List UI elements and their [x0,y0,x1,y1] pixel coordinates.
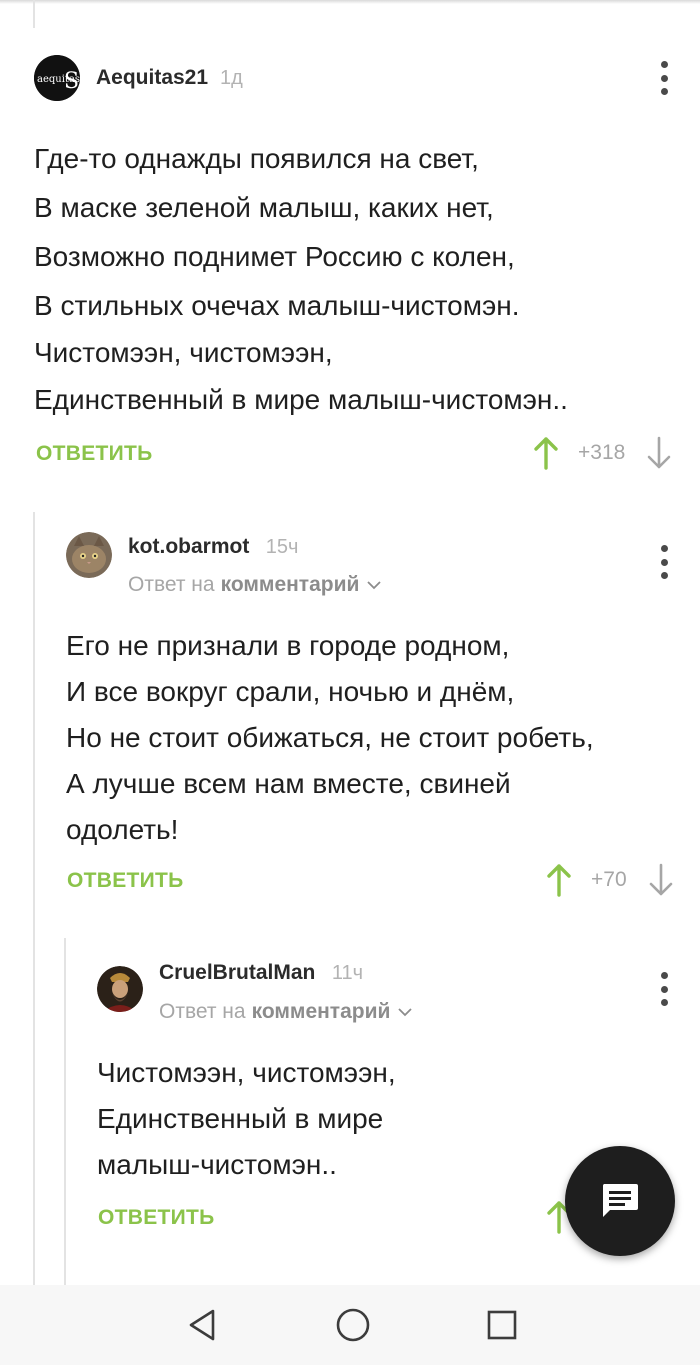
reply-button[interactable]: ОТВЕТИТЬ [36,442,153,466]
arrow-up-icon[interactable] [532,436,560,470]
cat-avatar-image [66,532,112,578]
kebab-menu-icon[interactable] [654,545,674,579]
avatar[interactable] [97,966,143,1012]
comment-body: Чистомээн, чистомээн, Единственный в мир… [97,1050,396,1188]
comment-header: kot.obarmot 15ч [66,532,298,578]
comment-time: 1д [220,66,243,89]
comment-time: 11ч [331,962,363,984]
comment-time: 15ч [265,536,299,558]
vote-score: +70 [591,868,627,891]
chevron-down-icon[interactable] [367,580,382,590]
arrow-down-icon[interactable] [645,436,673,470]
comment-fab-button[interactable] [565,1146,675,1256]
reply-to-target[interactable]: комментарий [252,1000,391,1024]
back-triangle-icon [189,1309,215,1341]
reply-button[interactable]: ОТВЕТИТЬ [98,1206,215,1230]
svg-text:S: S [64,69,79,94]
top-edge-shadow [0,0,700,4]
vote-score: +318 [578,441,626,464]
comment-header: aequitas S Aequitas21 1д [34,55,243,101]
thread-line [33,0,35,28]
comment-line: малыш-чистомэн.. [97,1149,337,1180]
comment-body: Где-то однажды появился на свет, В маске… [34,134,568,424]
comment-line: Его не признали в городе родном, [66,630,510,661]
comment-line: одолеть! [66,814,179,845]
comment-line: Но не стоит обижаться, не стоит робеть, [66,722,594,753]
thread-line[interactable] [33,512,35,1285]
avatar[interactable]: aequitas S [34,55,80,101]
kebab-menu-icon[interactable] [654,972,674,1006]
comment-line: А лучше всем нам вместе, свиней [66,768,511,799]
nav-home-button[interactable] [313,1285,393,1365]
avatar[interactable] [66,532,112,578]
comment-line: В стильных очечах малыш-чистомэн. [34,290,520,321]
home-circle-icon [336,1308,370,1342]
thread-line[interactable] [64,938,66,1285]
comment-line: Чистомээн, чистомээн, [34,337,333,368]
nav-recents-button[interactable] [462,1285,542,1365]
reply-to-target[interactable]: комментарий [221,573,360,597]
reply-to-prefix: Ответ на [128,573,215,596]
comment-line: Возможно поднимет Россию с колен, [34,241,515,272]
portrait-avatar-image [97,966,143,1012]
chevron-down-icon[interactable] [398,1007,413,1017]
comment-icon [602,1184,638,1217]
author-name[interactable]: CruelBrutalMan [159,961,315,984]
comment-line: Чистомээн, чистомээн, [97,1057,396,1088]
vote-controls: +70 [545,863,675,897]
avatar-image: aequitas S [34,55,80,101]
author-name[interactable]: kot.obarmot [128,535,249,558]
reply-to-link[interactable]: Ответ на комментарий [159,1000,413,1024]
comment-line: В маске зеленой малыш, каких нет, [34,192,494,223]
arrow-up-icon[interactable] [545,863,573,897]
comment-line: Единственный в мире [97,1103,384,1134]
arrow-down-icon[interactable] [647,863,675,897]
recents-square-icon [487,1310,517,1340]
comment-line: И все вокруг срали, ночью и днём, [66,676,515,707]
system-navigation-bar [0,1285,700,1365]
nav-back-button[interactable] [162,1285,242,1365]
reply-button[interactable]: ОТВЕТИТЬ [67,869,184,893]
comment-line: Единственный в мире малыш-чистомэн.. [34,384,568,415]
kebab-menu-icon[interactable] [654,61,674,95]
comment-body: Его не признали в городе родном, И все в… [66,623,594,853]
author-name[interactable]: Aequitas21 [96,66,208,90]
reply-to-prefix: Ответ на [159,1000,246,1023]
reply-to-link[interactable]: Ответ на комментарий [128,573,382,597]
comment-line: Где-то однажды появился на свет, [34,143,479,174]
vote-controls: +318 [532,436,673,470]
